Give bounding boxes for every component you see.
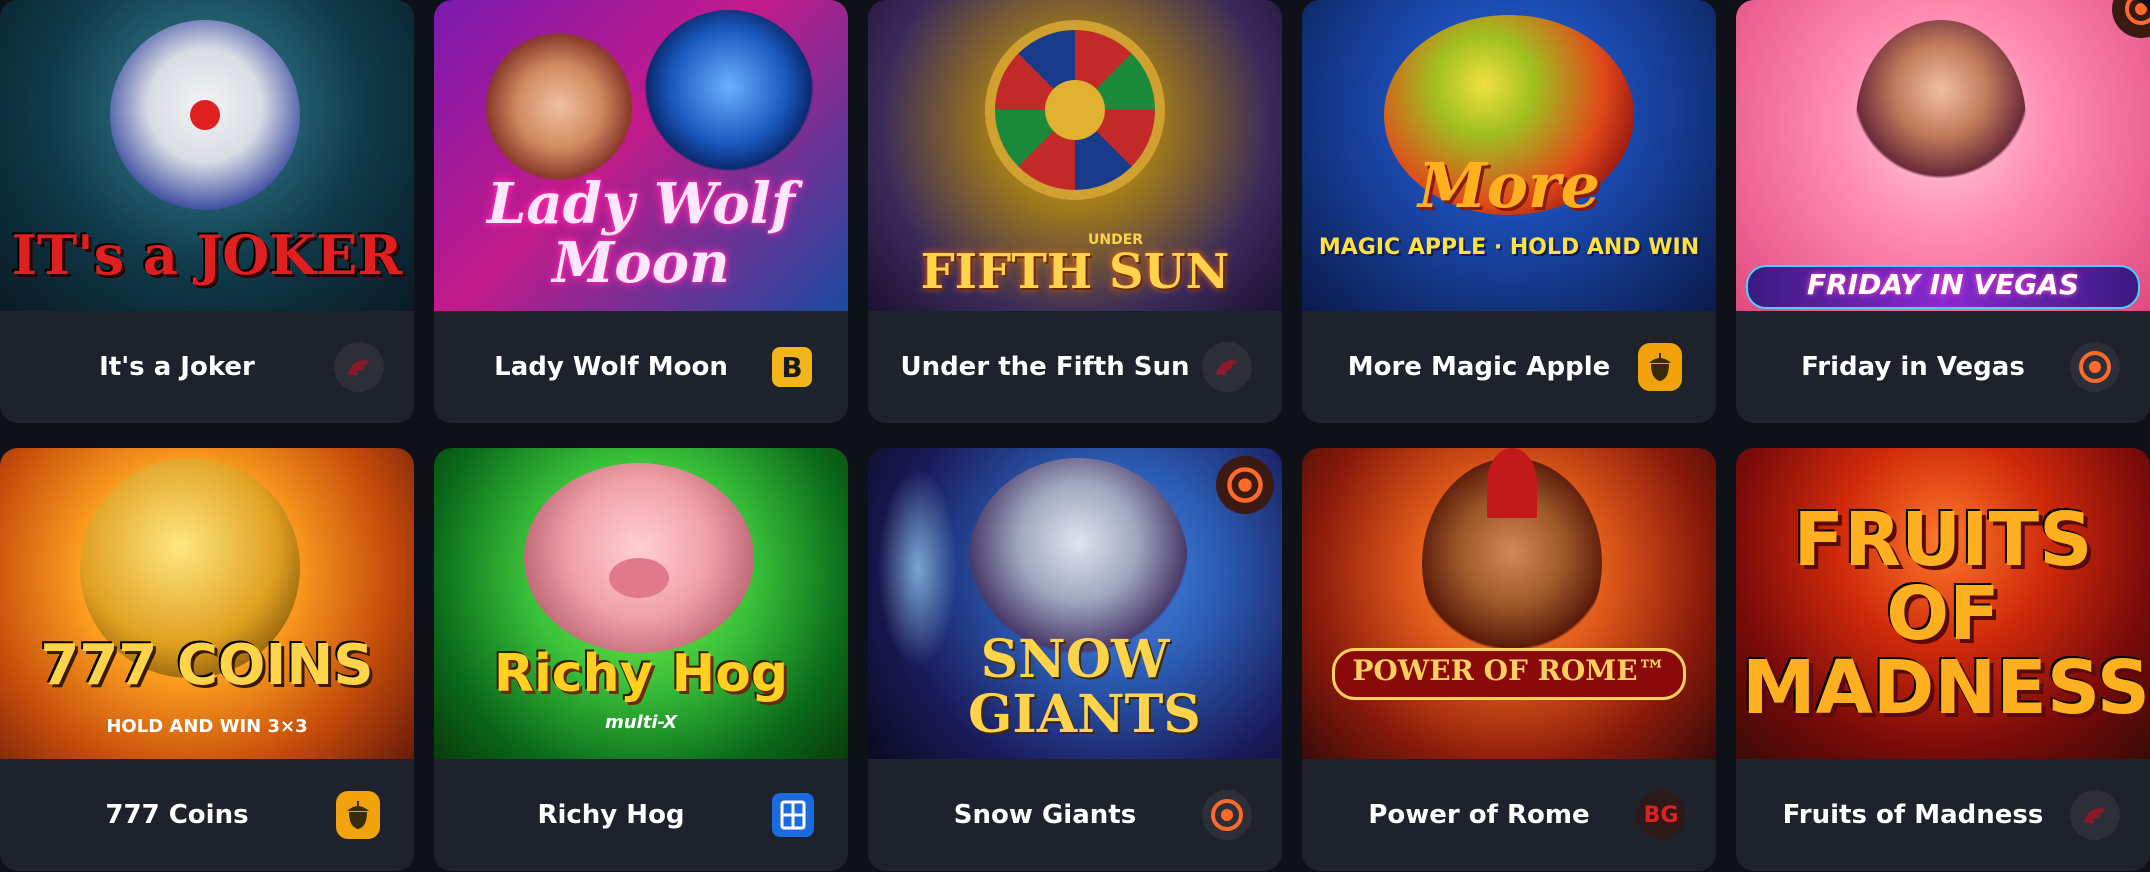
game-name: 777 Coins	[105, 800, 249, 830]
card-footer: Power of Rome BG	[1302, 759, 1716, 871]
game-card[interactable]: FRUITS OF MADNESS Fruits of Madness	[1736, 448, 2150, 871]
bg-text-icon: BG	[1636, 790, 1686, 840]
acorn-icon	[1638, 343, 1682, 391]
game-card[interactable]: FRIDAY IN VEGAS Friday in Vegas	[1736, 0, 2150, 423]
provider-label: BG	[1643, 802, 1679, 828]
b-square-icon: B	[772, 347, 812, 387]
card-footer: Lady Wolf Moon B	[434, 311, 848, 423]
game-name: Lady Wolf Moon	[494, 352, 728, 382]
game-card[interactable]: SNOW GIANTS Snow Giants	[868, 448, 1282, 871]
art-title: 777 COINS	[40, 633, 374, 698]
card-footer: Richy Hog	[434, 759, 848, 871]
game-card[interactable]: POWER OF ROME™ Power of Rome BG	[1302, 448, 1716, 871]
clown-nose	[190, 100, 220, 130]
art-title: FRUITS OF MADNESS	[1742, 497, 2150, 731]
art-title: More	[1417, 149, 1601, 222]
game-thumbnail[interactable]: UNDER FIFTH SUN	[868, 0, 1282, 311]
card-footer: 777 Coins	[0, 759, 414, 871]
provider-label: B	[781, 350, 803, 384]
card-footer: It's a Joker	[0, 311, 414, 423]
wolf-character	[644, 10, 814, 180]
target-icon	[2112, 0, 2150, 38]
card-footer: Snow Giants	[868, 759, 1282, 871]
showgirl-character	[1856, 20, 2026, 220]
art-title: FRIDAY IN VEGAS	[1806, 268, 2080, 301]
red-dragon-icon	[334, 342, 384, 392]
game-thumbnail[interactable]: SNOW GIANTS	[868, 448, 1282, 759]
game-card[interactable]: 777 COINS HOLD AND WIN 3×3 777 Coins	[0, 448, 414, 871]
red-dragon-icon	[2070, 790, 2120, 840]
game-name: Friday in Vegas	[1801, 352, 2025, 382]
target-icon	[1216, 456, 1274, 514]
card-footer: More Magic Apple	[1302, 311, 1716, 423]
art-subtitle: HOLD AND WIN 3×3	[106, 716, 308, 737]
game-name: Power of Rome	[1368, 800, 1590, 830]
game-card[interactable]: Lady Wolf Moon Lady Wolf Moon B	[434, 0, 848, 423]
game-thumbnail[interactable]: More MAGIC APPLE · HOLD AND WIN	[1302, 0, 1716, 311]
game-name: Under the Fifth Sun	[900, 352, 1190, 382]
game-thumbnail[interactable]: FRIDAY IN VEGAS	[1736, 0, 2150, 311]
game-thumbnail[interactable]: POWER OF ROME™	[1302, 448, 1716, 759]
art-title: Lady Wolf Moon	[487, 171, 795, 296]
card-footer: Under the Fifth Sun	[868, 311, 1282, 423]
target-icon	[1202, 790, 1252, 840]
game-card[interactable]: UNDER FIFTH SUN Under the Fifth Sun	[868, 0, 1282, 423]
art-title: SNOW GIANTS	[968, 629, 1201, 745]
card-footer: Fruits of Madness	[1736, 759, 2150, 871]
art-title: FIFTH SUN	[920, 244, 1230, 300]
game-thumbnail[interactable]: FRUITS OF MADNESS	[1736, 448, 2150, 759]
card-footer: Friday in Vegas	[1736, 311, 2150, 423]
game-name: It's a Joker	[99, 352, 255, 382]
game-thumbnail[interactable]: Richy Hog multi-X	[434, 448, 848, 759]
art-title: Richy Hog	[493, 644, 789, 704]
wheel-center	[1045, 80, 1105, 140]
game-card[interactable]: More MAGIC APPLE · HOLD AND WIN More Mag…	[1302, 0, 1716, 423]
game-name: Snow Giants	[953, 800, 1137, 830]
game-name: Richy Hog	[537, 800, 685, 830]
game-card[interactable]: Richy Hog multi-X Richy Hog	[434, 448, 848, 871]
game-thumbnail[interactable]: Lady Wolf Moon	[434, 0, 848, 311]
art-title: POWER OF ROME™	[1352, 654, 1666, 687]
game-thumbnail[interactable]: 777 COINS HOLD AND WIN 3×3	[0, 448, 414, 759]
game-thumbnail[interactable]: IT's a JOKER	[0, 0, 414, 311]
pig-snout	[609, 558, 669, 598]
game-name: More Magic Apple	[1347, 352, 1611, 382]
game-name: Fruits of Madness	[1782, 800, 2044, 830]
art-title: IT's a JOKER	[11, 223, 403, 287]
acorn-icon	[336, 791, 380, 839]
bb-square-icon	[772, 793, 814, 837]
game-card[interactable]: IT's a JOKER It's a Joker	[0, 0, 414, 423]
target-icon	[2070, 342, 2120, 392]
art-subtitle: multi-X	[604, 712, 678, 733]
game-grid: IT's a JOKER It's a Joker Lady Wolf Moon…	[0, 0, 2150, 872]
red-dragon-icon	[1202, 342, 1252, 392]
art-subtitle: MAGIC APPLE · HOLD AND WIN	[1318, 235, 1700, 260]
helmet-crest	[1487, 448, 1537, 518]
